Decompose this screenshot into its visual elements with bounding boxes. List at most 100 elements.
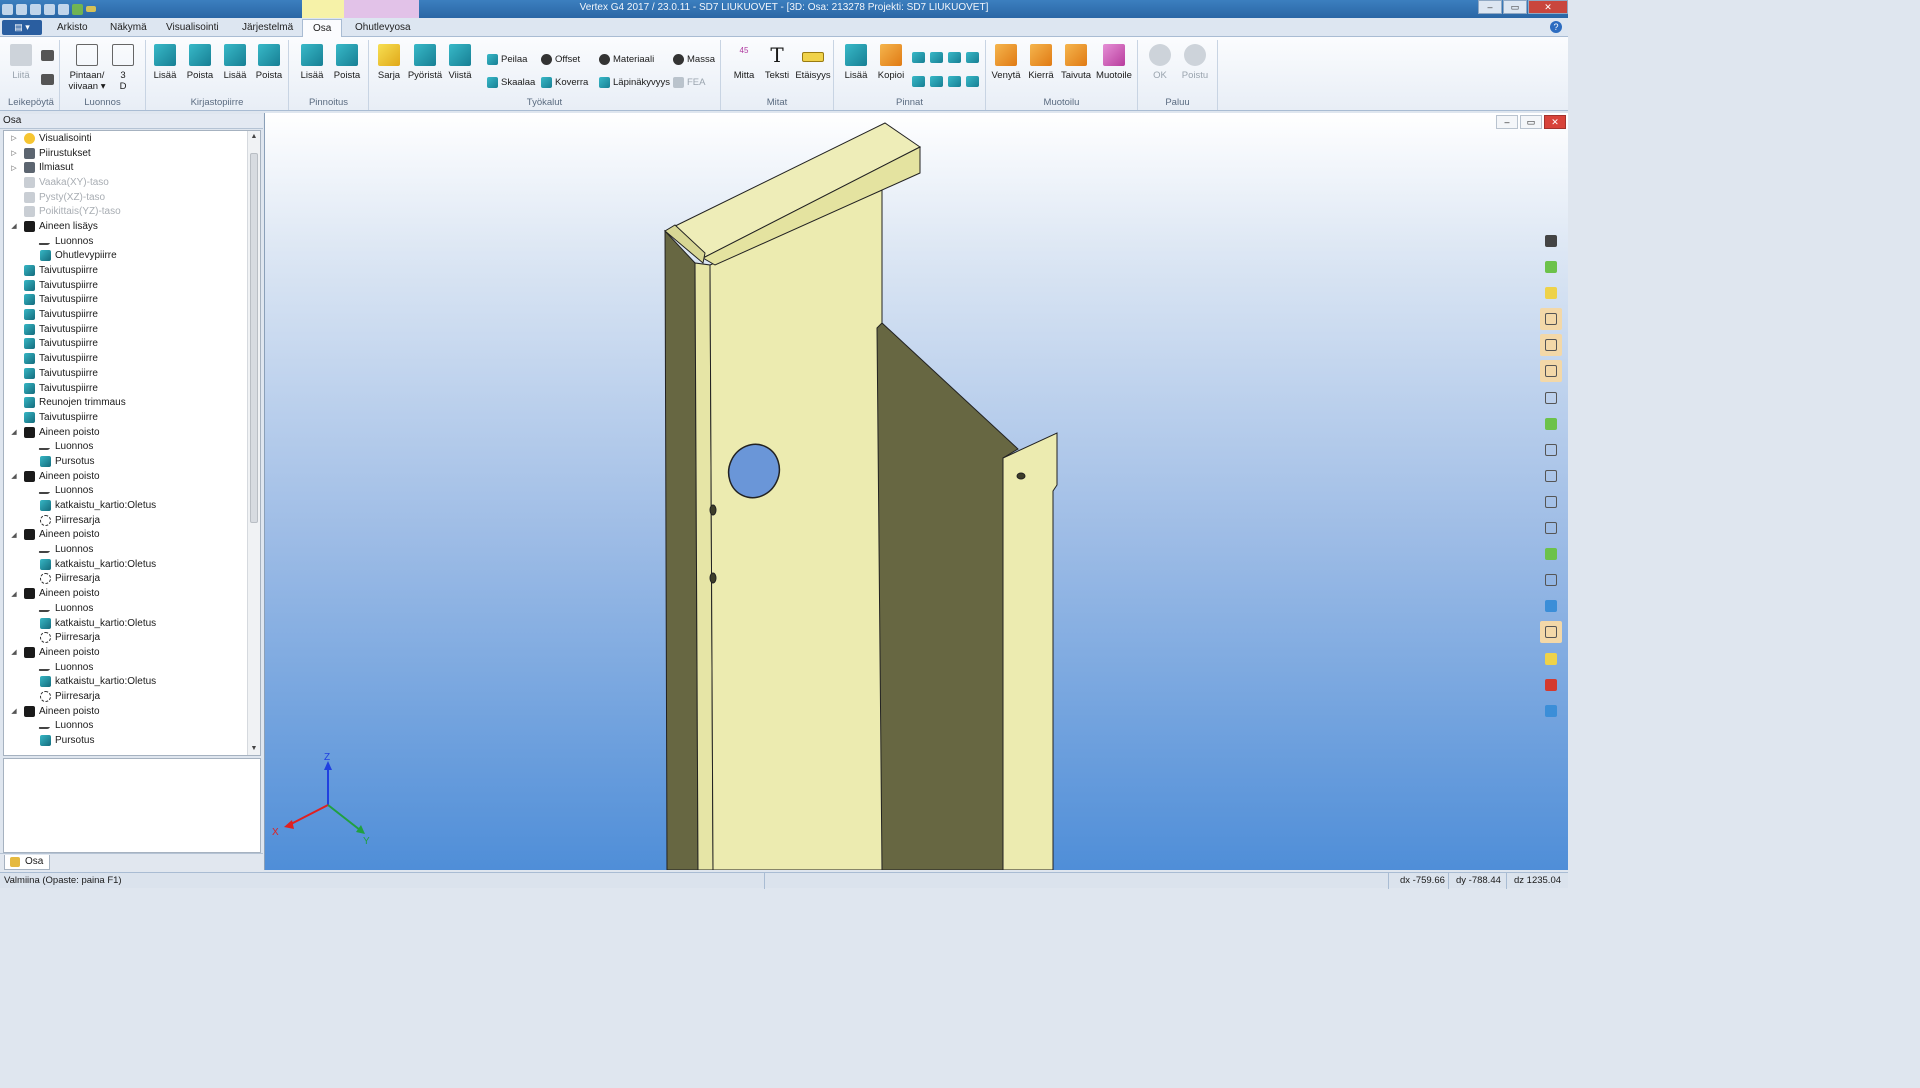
tree-item[interactable]: ▷ Visualisointi — [4, 131, 248, 146]
sketch-3d-button[interactable]: 3 D — [112, 44, 134, 92]
tree-item[interactable]: ◢ Aineen poisto — [4, 704, 248, 719]
copy-icon[interactable] — [41, 74, 54, 85]
collapse-arrow-icon[interactable]: ◢ — [10, 648, 18, 656]
tree-item[interactable]: Luonnos — [4, 542, 248, 557]
scroll-up-icon[interactable]: ▲ — [248, 131, 260, 143]
tree-item[interactable]: Luonnos — [4, 719, 248, 734]
tree-item[interactable]: Ohutlevypiirre — [4, 249, 248, 264]
twist-button[interactable]: Kierrä — [1026, 44, 1056, 81]
deform-button[interactable]: Muotoile — [1093, 44, 1135, 81]
side-tool-button[interactable] — [1540, 674, 1562, 696]
copy-surface-button[interactable]: Kopioi — [875, 44, 907, 81]
collapse-arrow-icon[interactable]: ◢ — [10, 531, 18, 539]
surface-tool-icon-6[interactable] — [930, 76, 943, 87]
distance-button[interactable]: Etäisyys — [795, 44, 831, 81]
tree-item[interactable]: ◢ Aineen poisto — [4, 528, 248, 543]
close-button[interactable]: ✕ — [1528, 0, 1568, 14]
fea-button[interactable]: FEA — [673, 77, 705, 88]
tab-ohutlevyosa[interactable]: Ohutlevyosa — [355, 22, 411, 33]
tree-item[interactable]: Taivutuspiirre — [4, 278, 248, 293]
tree-item[interactable]: Luonnos — [4, 439, 248, 454]
add-library-part-button[interactable]: Lisää — [222, 44, 248, 81]
material-button[interactable]: Materiaali — [599, 54, 654, 65]
collapse-arrow-icon[interactable]: ◢ — [10, 222, 18, 230]
side-tool-button[interactable] — [1540, 360, 1562, 383]
sketch-on-surface-button[interactable]: Pintaan/ viivaan ▾ — [64, 44, 110, 92]
collapse-arrow-icon[interactable]: ◢ — [10, 428, 18, 436]
pattern-button[interactable]: Sarja — [376, 44, 402, 81]
tree-item[interactable]: Taivutuspiirre — [4, 293, 248, 308]
tree-item[interactable]: Piirresarja — [4, 630, 248, 645]
panel-tab-osa[interactable]: Osa — [4, 855, 51, 870]
tree-scrollbar[interactable]: ▲ ▼ — [247, 131, 260, 755]
tree-item[interactable]: Taivutuspiirre — [4, 307, 248, 322]
side-tool-button[interactable] — [1540, 230, 1562, 252]
side-tool-button[interactable] — [1540, 308, 1562, 331]
tab-arkisto[interactable]: Arkisto — [57, 22, 88, 33]
tree-item[interactable]: Taivutuspiirre — [4, 263, 248, 278]
tree-item[interactable]: ◢ Aineen poisto — [4, 469, 248, 484]
offset-button[interactable]: Offset — [541, 54, 580, 65]
tab-nakyma[interactable]: Näkymä — [110, 22, 147, 33]
side-tool-button[interactable] — [1540, 439, 1562, 461]
help-icon[interactable]: ? — [1550, 21, 1562, 33]
exit-button[interactable]: Poistu — [1180, 44, 1210, 81]
side-tool-button[interactable] — [1540, 387, 1562, 409]
surface-tool-icon-7[interactable] — [948, 76, 961, 87]
tree-item[interactable]: Vaaka(XY)-taso — [4, 175, 248, 190]
tree-item[interactable]: Taivutuspiirre — [4, 337, 248, 352]
collapse-arrow-icon[interactable]: ◢ — [10, 590, 18, 598]
side-tool-button[interactable] — [1540, 491, 1562, 513]
expand-arrow-icon[interactable]: ▷ — [10, 164, 18, 172]
mass-button[interactable]: Massa — [673, 54, 715, 65]
tree-item[interactable]: Luonnos — [4, 234, 248, 249]
side-tool-button[interactable] — [1540, 517, 1562, 539]
tree-item[interactable]: ▷ Ilmiasut — [4, 160, 248, 175]
remove-library-feature-button[interactable]: Poista — [186, 44, 214, 81]
tree-item[interactable]: Taivutuspiirre — [4, 366, 248, 381]
tree-item[interactable]: Piirresarja — [4, 572, 248, 587]
add-library-feature-button[interactable]: Lisää — [152, 44, 178, 81]
ok-button[interactable]: OK — [1146, 44, 1174, 81]
scroll-down-icon[interactable]: ▼ — [248, 743, 260, 755]
tree-item[interactable]: ◢ Aineen poisto — [4, 425, 248, 440]
tree-item[interactable]: katkaistu_kartio:Oletus — [4, 674, 248, 689]
tree-item[interactable]: Pursotus — [4, 733, 248, 748]
side-tool-button[interactable] — [1540, 334, 1562, 357]
side-tool-button[interactable] — [1540, 256, 1562, 278]
tree-item[interactable]: Reunojen trimmaus — [4, 395, 248, 410]
surface-tool-icon-5[interactable] — [912, 76, 925, 87]
paste-button[interactable]: Liitä — [7, 44, 35, 81]
remove-coating-button[interactable]: Poista — [333, 44, 361, 81]
side-tool-button[interactable] — [1540, 282, 1562, 304]
scale-button[interactable]: Skaalaa — [487, 77, 535, 88]
surface-tool-icon-2[interactable] — [930, 52, 943, 63]
3d-viewport[interactable]: – ▭ ✕ Z X Y — [264, 113, 1568, 870]
tree-item[interactable]: katkaistu_kartio:Oletus — [4, 616, 248, 631]
collapse-arrow-icon[interactable]: ◢ — [10, 707, 18, 715]
mirror-button[interactable]: Peilaa — [487, 54, 527, 65]
tree-item[interactable]: Pysty(XZ)-taso — [4, 190, 248, 205]
text-button[interactable]: T Teksti — [763, 44, 791, 81]
tab-jarjestelma[interactable]: Järjestelmä — [242, 22, 293, 33]
tab-osa[interactable]: Osa — [302, 19, 343, 38]
surface-tool-icon-4[interactable] — [966, 52, 979, 63]
tree-item[interactable]: Poikittais(YZ)-taso — [4, 204, 248, 219]
minimize-button[interactable]: – — [1478, 0, 1502, 14]
dimension-button[interactable]: 45 Mitta — [730, 44, 758, 81]
tree-item[interactable]: ▷ Piirustukset — [4, 146, 248, 161]
scroll-thumb[interactable] — [250, 153, 258, 523]
remove-library-part-button[interactable]: Poista — [255, 44, 283, 81]
maximize-button[interactable]: ▭ — [1503, 0, 1527, 14]
stretch-button[interactable]: Venytä — [990, 44, 1022, 81]
tree-item[interactable]: Taivutuspiirre — [4, 410, 248, 425]
tree-item[interactable]: katkaistu_kartio:Oletus — [4, 498, 248, 513]
application-menu-button[interactable]: ▤ ▾ — [2, 20, 42, 35]
tree-item[interactable]: Taivutuspiirre — [4, 351, 248, 366]
side-tool-button[interactable] — [1540, 465, 1562, 487]
side-tool-button[interactable] — [1540, 648, 1562, 670]
side-tool-button[interactable] — [1540, 413, 1562, 435]
tree-item[interactable]: Luonnos — [4, 601, 248, 616]
tree-item[interactable]: ◢ Aineen poisto — [4, 645, 248, 660]
tree-item[interactable]: ◢ Aineen poisto — [4, 586, 248, 601]
